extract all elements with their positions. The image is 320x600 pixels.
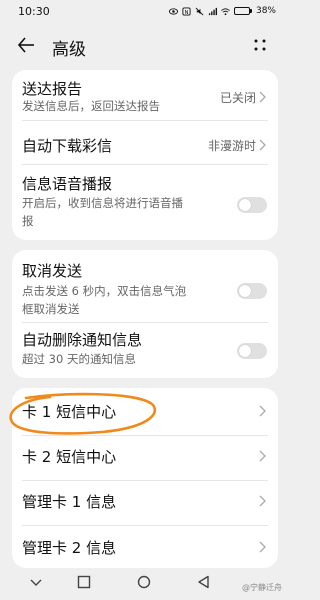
battery-icon: [233, 7, 252, 15]
back-arrow-icon[interactable]: [16, 36, 36, 54]
manage-card1-label: 管理卡 1 信息: [22, 493, 117, 511]
auto-delete-notifications-toggle[interactable]: [237, 343, 267, 359]
status-bar: 10:30 N 38%: [0, 0, 288, 22]
settings-group-1: 送达报告 发送信息后，返回送达报告 已关闭 自动下载彩信 非漫游时 信息语音播报…: [12, 70, 278, 240]
voice-broadcast-row: 信息语音播报 开启后，收到信息将进行语音播 报: [12, 165, 278, 240]
chevron-right-icon: [259, 139, 266, 151]
auto-delete-notifications-desc: 超过 30 天的通知信息: [22, 352, 136, 366]
nav-recents-icon[interactable]: [76, 574, 92, 590]
eye-icon: [168, 7, 178, 15]
cancel-send-desc-line2: 框取消发送: [22, 302, 80, 316]
voice-broadcast-desc-line1: 开启后，收到信息将进行语音播: [22, 196, 183, 210]
chevron-right-icon: [259, 405, 266, 417]
battery-percent: 38%: [255, 6, 276, 16]
cancel-send-desc-line1: 点击发送 6 秒内，双击信息气泡: [22, 284, 187, 298]
wifi-icon: [221, 7, 230, 15]
voice-broadcast-desc-line2: 报: [22, 214, 34, 228]
nav-collapse-icon[interactable]: [28, 574, 44, 590]
svg-text:N: N: [184, 9, 188, 15]
delivery-report-value: 已关闭: [219, 91, 256, 105]
sms-center-card1-row[interactable]: 卡 1 短信中心: [12, 388, 278, 432]
nfc-icon: N: [182, 6, 191, 15]
title-bar: 高级: [0, 28, 288, 62]
delivery-report-row[interactable]: 送达报告 发送信息后，返回送达报告 已关闭: [12, 70, 278, 120]
delivery-report-desc: 发送信息后，返回送达报告: [22, 99, 160, 113]
chevron-right-icon: [259, 541, 266, 553]
manage-card1-row[interactable]: 管理卡 1 信息: [12, 481, 278, 525]
manage-card2-row[interactable]: 管理卡 2 信息: [12, 526, 278, 568]
voice-broadcast-label: 信息语音播报: [22, 175, 113, 193]
cancel-send-row: 取消发送 点击发送 6 秒内，双击信息气泡 框取消发送: [12, 250, 278, 320]
sms-center-card2-label: 卡 2 短信中心: [22, 448, 117, 466]
auto-download-mms-label: 自动下载彩信: [22, 137, 113, 155]
auto-download-mms-value: 非漫游时: [207, 139, 256, 153]
nav-back-icon[interactable]: [196, 574, 212, 590]
sms-center-card1-label: 卡 1 短信中心: [22, 403, 117, 421]
signal-icon: [208, 7, 217, 15]
nav-home-icon[interactable]: [136, 574, 152, 590]
settings-group-3: 卡 1 短信中心 卡 2 短信中心 管理卡 1 信息 管理卡 2 信息: [12, 388, 278, 568]
auto-delete-notifications-row: 自动删除通知信息 超过 30 天的通知信息: [12, 323, 278, 378]
chevron-right-icon: [259, 495, 266, 507]
sms-center-card2-row[interactable]: 卡 2 短信中心: [12, 436, 278, 480]
status-time: 10:30: [18, 4, 50, 18]
voice-broadcast-toggle[interactable]: [237, 197, 267, 213]
manage-card2-label: 管理卡 2 信息: [22, 539, 117, 557]
cancel-send-toggle[interactable]: [237, 283, 267, 299]
more-icon[interactable]: [252, 37, 268, 53]
auto-download-mms-row[interactable]: 自动下载彩信 非漫游时: [12, 121, 278, 163]
watermark: @宁静迁舟: [242, 583, 282, 592]
auto-delete-notifications-label: 自动删除通知信息: [22, 331, 143, 349]
page-title: 高级: [52, 40, 86, 60]
chevron-right-icon: [259, 91, 266, 103]
mute-icon: [195, 7, 204, 15]
cancel-send-label: 取消发送: [22, 262, 83, 280]
delivery-report-label: 送达报告: [22, 80, 83, 98]
settings-group-2: 取消发送 点击发送 6 秒内，双击信息气泡 框取消发送 自动删除通知信息 超过 …: [12, 250, 278, 378]
chevron-right-icon: [259, 450, 266, 462]
status-icons: N 38%: [168, 6, 276, 16]
